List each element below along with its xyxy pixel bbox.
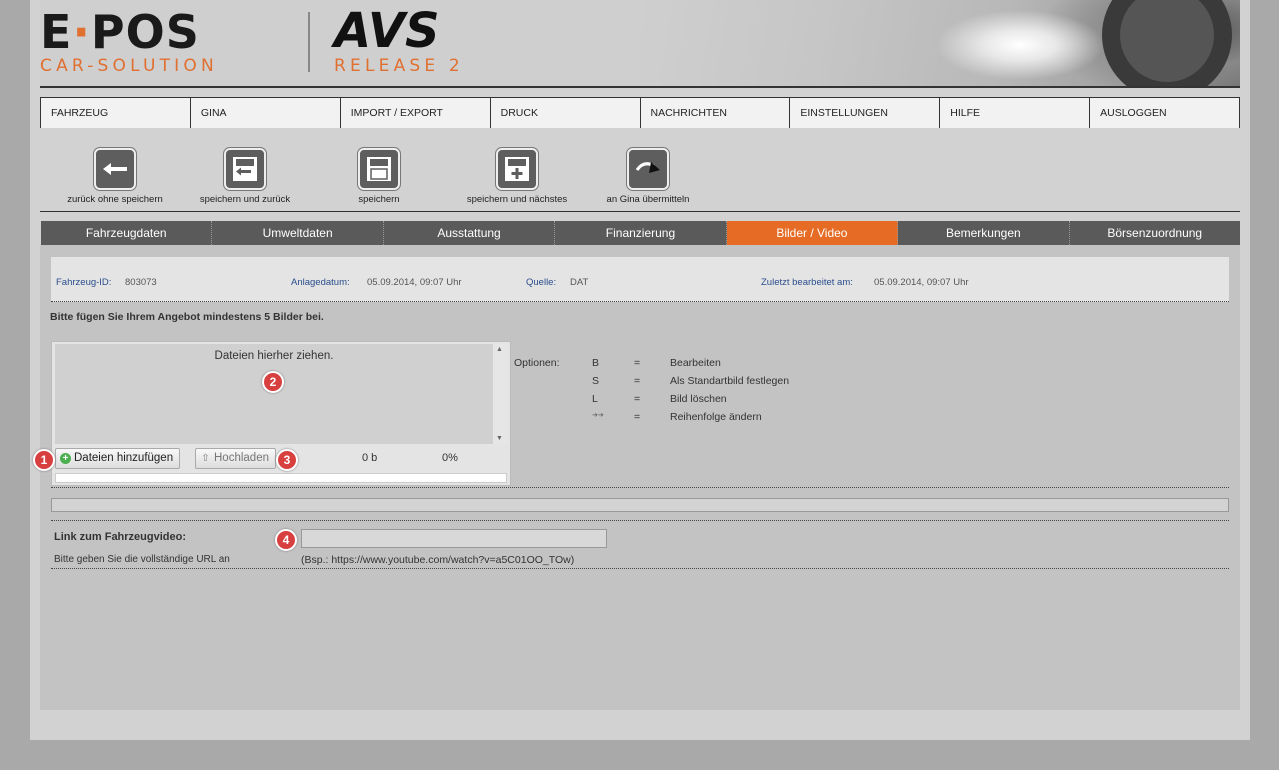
video-url-input[interactable] bbox=[301, 529, 607, 548]
edited-label: Zuletzt bearbeitet am: bbox=[761, 277, 853, 288]
floppy-icon bbox=[358, 148, 400, 190]
video-url-example: (Bsp.: https://www.youtube.com/watch?v=a… bbox=[301, 554, 575, 566]
send-to-gina-button[interactable]: an Gina übermitteln bbox=[573, 140, 723, 205]
send-arrow-icon bbox=[627, 148, 669, 190]
menu-item-druck[interactable]: DRUCK bbox=[490, 98, 641, 128]
back-without-save-button[interactable]: zurück ohne speichern bbox=[40, 140, 190, 205]
tab-fahrzeugdaten[interactable]: Fahrzeugdaten bbox=[41, 221, 213, 245]
annotation-badge-4: 4 bbox=[275, 529, 297, 551]
tab-ausstattung[interactable]: Ausstattung bbox=[384, 221, 556, 245]
scroll-down-icon[interactable]: ▼ bbox=[496, 435, 503, 442]
reorder-arrows-icon: ➔➔ bbox=[592, 412, 604, 419]
upload-arrow-icon: ⇧ bbox=[201, 453, 210, 464]
menu-item-gina[interactable]: GINA bbox=[190, 98, 341, 128]
page: E·POS CAR-SOLUTION AVS RELEASE 2 FAHRZEU… bbox=[30, 0, 1250, 740]
video-url-hint: Bitte geben Sie die vollständige URL an bbox=[54, 554, 230, 565]
product-logo: AVS bbox=[334, 3, 440, 59]
tab-finanzierung[interactable]: Finanzierung bbox=[555, 221, 727, 245]
save-button[interactable]: speichern bbox=[304, 140, 454, 205]
floppy-plus-icon bbox=[496, 148, 538, 190]
add-files-button[interactable]: + Dateien hinzufügen bbox=[55, 448, 181, 469]
image-hint: Bitte fügen Sie Ihrem Angebot mindestens… bbox=[50, 311, 324, 323]
image-gallery-bar bbox=[51, 498, 1229, 512]
drop-zone-scrollbar[interactable]: ▲ ▼ bbox=[493, 344, 507, 444]
action-toolbar: zurück ohne speichern speichern und zurü… bbox=[40, 140, 1240, 212]
car-banner-image bbox=[640, 0, 1240, 86]
edited-value: 05.09.2014, 09:07 Uhr bbox=[874, 277, 969, 288]
brand-logo: E·POS bbox=[40, 5, 200, 59]
tab-boersenzuordnung[interactable]: Börsenzuordnung bbox=[1070, 221, 1240, 245]
tab-content: Fahrzeug-ID: 803073 Anlagedatum: 05.09.2… bbox=[40, 245, 1240, 710]
tab-bilder-video[interactable]: Bilder / Video bbox=[726, 221, 899, 245]
options-label: Optionen: bbox=[514, 357, 560, 369]
source-value: DAT bbox=[570, 277, 589, 288]
annotation-badge-1: 1 bbox=[33, 449, 55, 471]
upload-percent: 0% bbox=[442, 452, 458, 464]
main-menu: FAHRZEUG GINA IMPORT / EXPORT DRUCK NACH… bbox=[40, 97, 1240, 128]
save-and-back-button[interactable]: speichern und zurück bbox=[170, 140, 320, 205]
tab-bemerkungen[interactable]: Bemerkungen bbox=[898, 221, 1070, 245]
upload-button[interactable]: ⇧ Hochladen bbox=[195, 448, 276, 469]
scroll-up-icon[interactable]: ▲ bbox=[496, 346, 503, 353]
vehicle-info-bar: Fahrzeug-ID: 803073 Anlagedatum: 05.09.2… bbox=[51, 257, 1229, 302]
tab-umweltdaten[interactable]: Umweltdaten bbox=[212, 221, 384, 245]
floppy-back-icon bbox=[224, 148, 266, 190]
created-value: 05.09.2014, 09:07 Uhr bbox=[367, 277, 462, 288]
save-and-next-button[interactable]: speichern und nächstes bbox=[442, 140, 592, 205]
menu-item-einstellungen[interactable]: EINSTELLUNGEN bbox=[790, 98, 941, 128]
annotation-badge-2: 2 bbox=[262, 371, 284, 393]
menu-item-ausloggen[interactable]: AUSLOGGEN bbox=[1090, 98, 1239, 128]
video-link-label: Link zum Fahrzeugvideo: bbox=[54, 531, 187, 543]
source-label: Quelle: bbox=[526, 277, 557, 288]
section-tabs: Fahrzeugdaten Umweltdaten Ausstattung Fi… bbox=[41, 221, 1240, 245]
brand-subtitle: CAR-SOLUTION bbox=[40, 56, 218, 76]
upload-progress-bar bbox=[55, 473, 507, 483]
vehicle-id-label: Fahrzeug-ID: bbox=[56, 277, 112, 288]
upload-size: 0 b bbox=[362, 452, 378, 464]
menu-item-nachrichten[interactable]: NACHRICHTEN bbox=[640, 98, 791, 128]
release-label: RELEASE 2 bbox=[334, 56, 464, 76]
vehicle-id-value: 803073 bbox=[125, 277, 157, 288]
menu-item-import-export[interactable]: IMPORT / EXPORT bbox=[340, 98, 491, 128]
menu-item-hilfe[interactable]: HILFE bbox=[940, 98, 1091, 128]
created-label: Anlagedatum: bbox=[291, 277, 350, 288]
plus-circle-icon: + bbox=[60, 453, 71, 464]
header-banner: E·POS CAR-SOLUTION AVS RELEASE 2 bbox=[40, 0, 1240, 88]
menu-item-fahrzeug[interactable]: FAHRZEUG bbox=[41, 98, 191, 128]
annotation-badge-3: 3 bbox=[276, 449, 298, 471]
drop-zone[interactable]: Dateien hierher ziehen. bbox=[55, 344, 493, 444]
arrow-left-icon bbox=[94, 148, 136, 190]
